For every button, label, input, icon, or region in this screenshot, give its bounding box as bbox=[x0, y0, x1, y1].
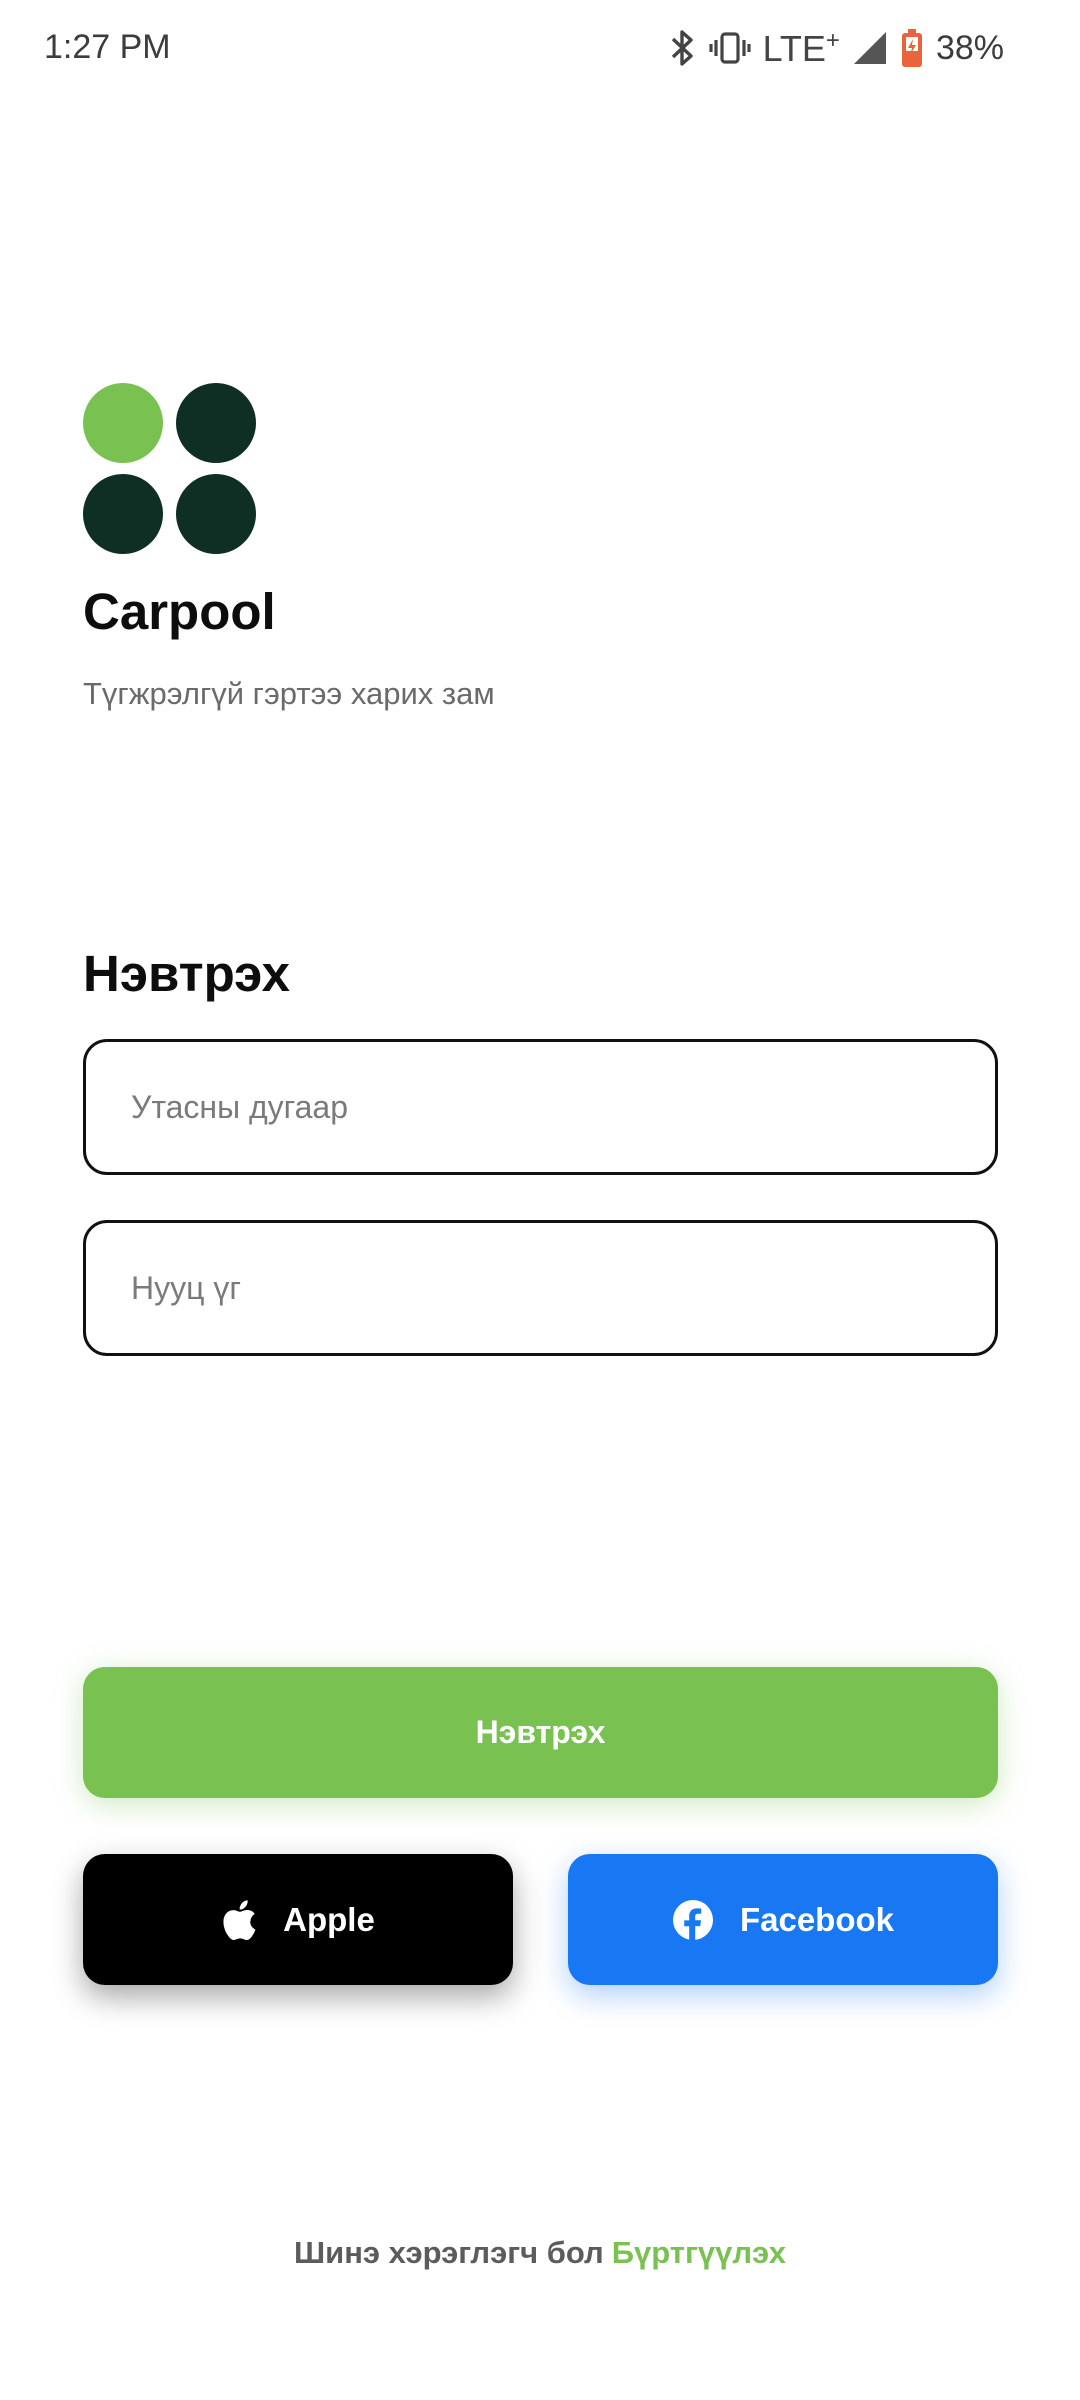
bluetooth-icon bbox=[667, 28, 697, 68]
login-button[interactable]: Нэвтрэх bbox=[83, 1667, 998, 1798]
logo-dot bbox=[83, 474, 163, 554]
apple-login-button[interactable]: Apple bbox=[83, 1854, 513, 1985]
status-time: 1:27 PM bbox=[44, 28, 171, 66]
password-field[interactable] bbox=[83, 1220, 998, 1356]
facebook-icon bbox=[672, 1899, 714, 1941]
signup-prompt: Шинэ хэрэглэгч бол bbox=[293, 2235, 604, 2270]
battery-percent: 38% bbox=[935, 28, 1004, 67]
logo-dot-accent bbox=[83, 383, 163, 463]
signup-prompt-line: Шинэ хэрэглэгч бол Бүртгүүлэх bbox=[0, 2235, 1080, 2271]
facebook-login-button[interactable]: Facebook bbox=[568, 1854, 998, 1985]
login-heading: Нэвтрэх bbox=[83, 945, 290, 1002]
apple-button-label: Apple bbox=[283, 1900, 375, 1938]
signal-icon bbox=[852, 30, 888, 66]
battery-icon bbox=[900, 28, 924, 68]
login-screen: 1:27 PM LTE+ 38% Carpool Түгжрэлгүй гэрт… bbox=[0, 0, 1080, 2400]
network-suffix: + bbox=[825, 26, 840, 54]
app-name: Carpool bbox=[83, 583, 276, 640]
logo-dot bbox=[176, 474, 256, 554]
logo-dot bbox=[176, 383, 256, 463]
apple-icon bbox=[221, 1898, 257, 1942]
login-button-label: Нэвтрэх bbox=[475, 1714, 606, 1750]
phone-input[interactable] bbox=[129, 1087, 995, 1127]
facebook-button-label: Facebook bbox=[739, 1900, 895, 1938]
signup-link[interactable]: Бүртгүүлэх bbox=[612, 2235, 786, 2270]
network-label: LTE bbox=[762, 27, 826, 69]
app-logo bbox=[83, 383, 257, 557]
status-bar: 1:27 PM LTE+ 38% bbox=[0, 0, 1080, 96]
password-input[interactable] bbox=[129, 1268, 995, 1308]
status-icons: LTE+ 38% bbox=[667, 24, 1004, 72]
app-tagline: Түгжрэлгүй гэртээ харих зам bbox=[83, 676, 495, 711]
phone-field[interactable] bbox=[83, 1039, 998, 1175]
network-type: LTE+ bbox=[763, 27, 840, 70]
vibrate-icon bbox=[708, 28, 751, 68]
